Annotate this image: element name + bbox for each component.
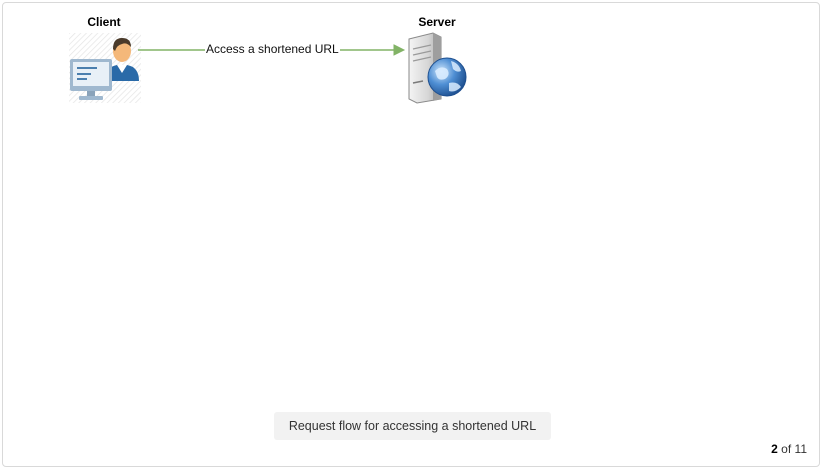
web-server-globe-icon bbox=[408, 32, 467, 104]
client-node-label: Client bbox=[87, 15, 121, 29]
pager-total: 11 bbox=[794, 442, 807, 456]
edge-label: Access a shortened URL bbox=[205, 42, 340, 57]
caption-text: Request flow for accessing a shortened U… bbox=[288, 419, 537, 433]
server-node-label: Server bbox=[418, 15, 456, 29]
client-user-computer-icon bbox=[69, 33, 141, 103]
slide-pager: 2 of 11 bbox=[771, 442, 807, 456]
pager-current: 2 bbox=[771, 442, 778, 456]
pager-of: of bbox=[781, 442, 792, 456]
diagram-caption: Request flow for accessing a shortened U… bbox=[274, 412, 551, 440]
